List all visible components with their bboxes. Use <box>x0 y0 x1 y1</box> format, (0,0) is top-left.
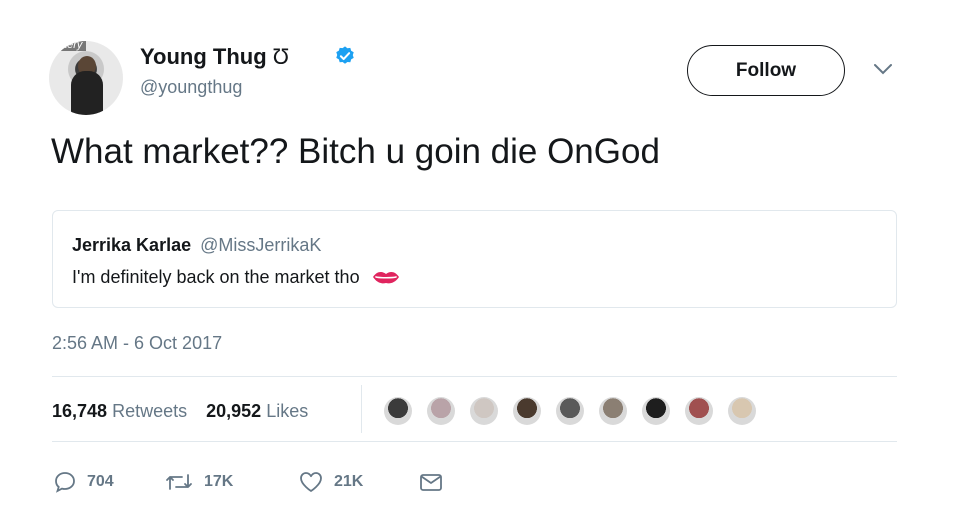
liker-avatar[interactable] <box>728 397 756 425</box>
likes-label[interactable]: Likes <box>266 401 308 421</box>
divider-top <box>52 376 897 377</box>
liker-avatar[interactable] <box>427 397 455 425</box>
verified-badge-icon <box>336 46 354 64</box>
author-handle[interactable]: @youngthug <box>140 77 242 98</box>
liker-avatar[interactable] <box>556 397 584 425</box>
like-count: 21K <box>334 473 364 490</box>
engagement-stats: 16,748 Retweets 20,952 Likes <box>52 401 322 422</box>
chevron-down-icon[interactable] <box>872 62 894 76</box>
retweet-button[interactable]: 17K <box>164 470 233 494</box>
direct-message-button[interactable] <box>418 470 454 494</box>
envelope-icon <box>420 474 442 491</box>
author-name[interactable]: Young Thug Ʊ <box>140 44 289 70</box>
heart-icon <box>300 472 322 492</box>
quoted-tweet-text: I'm definitely back on the market tho <box>72 267 360 287</box>
quoted-tweet-body: I'm definitely back on the market tho <box>72 267 401 288</box>
retweets-label[interactable]: Retweets <box>112 401 187 421</box>
avatar-watermark: ttery <box>57 41 87 51</box>
likes-count[interactable]: 20,952 <box>206 401 261 421</box>
liker-avatar[interactable] <box>599 397 627 425</box>
like-button[interactable]: 21K <box>298 470 363 494</box>
author-name-symbol: Ʊ <box>272 44 290 69</box>
stats-separator <box>361 385 362 433</box>
retweet-icon <box>166 474 192 490</box>
quoted-tweet[interactable]: Jerrika Karlae @MissJerrikaK I'm definit… <box>52 210 897 308</box>
divider-bottom <box>52 441 897 442</box>
retweet-count: 17K <box>204 473 234 490</box>
follow-button[interactable]: Follow <box>687 45 845 96</box>
reply-button[interactable]: 704 <box>53 470 114 494</box>
quoted-author-handle: @MissJerrikaK <box>200 235 322 255</box>
tweet-timestamp[interactable]: 2:56 AM - 6 Oct 2017 <box>52 333 222 354</box>
reply-icon <box>55 472 75 493</box>
reply-count: 704 <box>87 473 114 490</box>
avatar-body <box>71 71 103 115</box>
liker-avatar[interactable] <box>470 397 498 425</box>
author-avatar[interactable]: ttery <box>49 41 123 115</box>
liker-avatar[interactable] <box>642 397 670 425</box>
liker-avatar[interactable] <box>513 397 541 425</box>
quoted-author-name: Jerrika Karlae <box>72 235 192 255</box>
retweets-count[interactable]: 16,748 <box>52 401 107 421</box>
liker-avatar[interactable] <box>685 397 713 425</box>
liker-avatar[interactable] <box>384 397 412 425</box>
tweet-text: What market?? Bitch u goin die OnGod <box>51 132 660 171</box>
kiss-mark-icon <box>372 272 399 284</box>
quoted-author: Jerrika Karlae @MissJerrikaK <box>72 235 321 256</box>
author-name-text: Young Thug <box>140 44 267 69</box>
